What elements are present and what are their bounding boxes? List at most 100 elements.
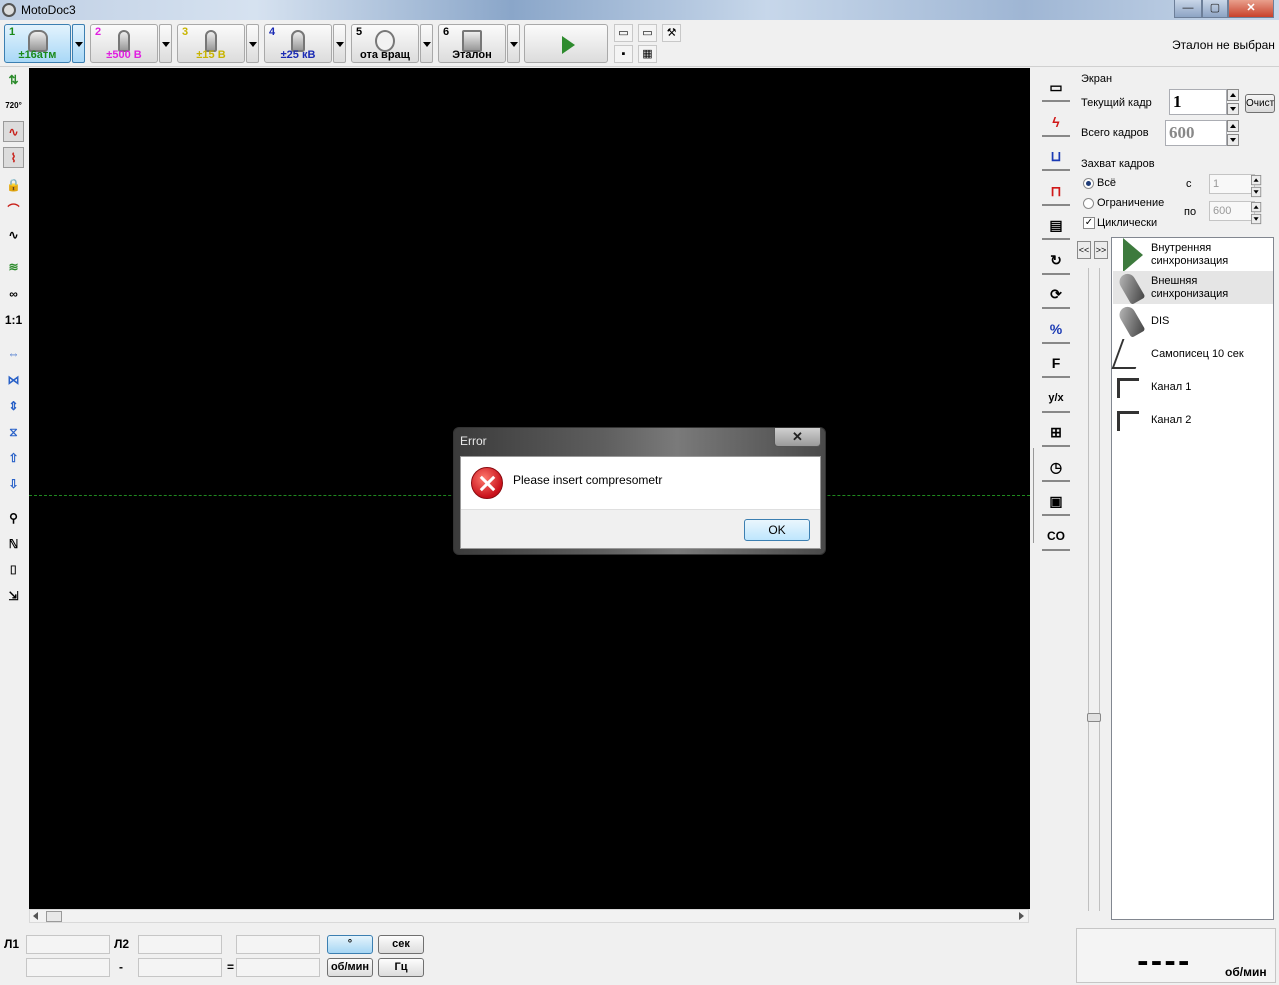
shrink-horizontal-icon[interactable]: ⋈ (3, 370, 24, 391)
nav-next-button[interactable]: >> (1094, 241, 1108, 259)
channel-5-dropdown[interactable] (420, 24, 433, 63)
zoom-icon[interactable]: ⚲ (3, 508, 24, 529)
channel-4-dropdown[interactable] (333, 24, 346, 63)
open-file-button[interactable]: ▭ (638, 24, 657, 42)
move-down-icon[interactable]: ⇩ (3, 474, 24, 495)
camera-icon[interactable]: ⌷ (3, 560, 24, 581)
rotation-icon[interactable]: ↻ (1042, 245, 1070, 275)
stretch-horizontal-icon[interactable]: ⇔ (3, 344, 24, 365)
settings-button[interactable]: ⚒ (662, 24, 681, 42)
total-frames-input[interactable]: 600 (1165, 120, 1227, 146)
channels-icon[interactable]: ⇅ (3, 70, 24, 91)
co-icon[interactable]: CO (1042, 521, 1070, 551)
spin-up-icon[interactable] (1227, 120, 1239, 132)
f-icon[interactable]: F (1042, 348, 1070, 378)
export-icon[interactable]: ⇲ (3, 586, 24, 607)
scale-1-1-icon[interactable]: 1:1 (3, 310, 24, 331)
monitor-icon[interactable]: ▭ (1042, 72, 1070, 102)
trigger-icon[interactable]: ⌇ (3, 147, 24, 168)
from-input[interactable]: 1 (1209, 174, 1255, 194)
spin-down-icon[interactable] (1251, 186, 1262, 198)
channel-2-button[interactable]: 2 ±500 В (90, 24, 158, 63)
measure-icon[interactable]: ℕ (3, 534, 24, 555)
channel-3-button[interactable]: 3 ±15 В (177, 24, 245, 63)
spin-down-icon[interactable] (1227, 103, 1239, 115)
window-title: MotoDoc3 (21, 3, 76, 17)
spark-icon[interactable]: ϟ (1042, 107, 1070, 137)
frame-slider-thumb[interactable] (1087, 713, 1101, 722)
spin-up-icon[interactable] (1251, 202, 1262, 213)
lock-icon[interactable]: 🔒 (3, 175, 24, 196)
channel-1-button[interactable]: 1 ±16атм (4, 24, 71, 63)
seconds-button[interactable]: сек (378, 935, 424, 954)
capture-limit-radio[interactable] (1083, 198, 1094, 209)
overlay-icon[interactable]: ∞ (3, 284, 24, 305)
sync-item-label: Внутренняя синхронизация (1151, 242, 1229, 267)
meter-icon[interactable]: ▣ (1042, 486, 1070, 516)
sync-item-2[interactable]: DIS (1113, 304, 1273, 338)
sync-item-4[interactable]: Канал 1 (1113, 370, 1273, 403)
channel-5-button[interactable]: 5 ота вращ (351, 24, 419, 63)
channel-2-dropdown[interactable] (159, 24, 172, 63)
stretch-vertical-icon[interactable]: ⇕ (3, 396, 24, 417)
sync-item-5[interactable]: Канал 2 (1113, 403, 1273, 436)
y-over-x-icon[interactable]: y/x (1042, 383, 1070, 413)
app-gear-icon[interactable] (2, 3, 16, 17)
shrink-vertical-icon[interactable]: ⧖ (3, 422, 24, 443)
percent-icon[interactable]: % (1042, 314, 1070, 344)
waveform-icon[interactable]: ∿ (3, 121, 24, 142)
spin-down-icon[interactable] (1251, 213, 1262, 225)
sync-item-1[interactable]: Внешняя синхронизация (1113, 271, 1273, 305)
sync-item-0[interactable]: Внутренняя синхронизация (1113, 238, 1273, 272)
scroll-thumb[interactable] (46, 911, 62, 922)
rpm-button[interactable]: об/мин (327, 958, 373, 977)
channel-1-dropdown[interactable] (72, 24, 85, 63)
sine-icon[interactable]: ∿ (3, 225, 24, 246)
scroll-right-icon[interactable] (1019, 912, 1024, 920)
panel-splitter[interactable] (1031, 68, 1040, 923)
splitter-grip[interactable] (1033, 448, 1037, 543)
hz-button[interactable]: Гц (378, 958, 424, 977)
to-input[interactable]: 600 (1209, 201, 1255, 221)
spin-up-icon[interactable] (1251, 175, 1262, 186)
open-folder-button[interactable]: ▭ (614, 24, 633, 42)
nav-prev-button[interactable]: << (1077, 241, 1091, 259)
current-frame-spinner[interactable] (1227, 89, 1239, 115)
channel-6-dropdown[interactable] (507, 24, 520, 63)
current-frame-input[interactable]: 1 (1169, 89, 1227, 115)
to-spinner[interactable] (1251, 202, 1262, 225)
spin-down-icon[interactable] (1227, 134, 1239, 146)
ok-button[interactable]: OK (744, 519, 810, 541)
dialog-close-button[interactable]: ✕ (774, 428, 821, 447)
export-button[interactable]: ▦ (638, 45, 657, 63)
device-icon[interactable]: ▤ (1042, 210, 1070, 240)
from-spinner[interactable] (1251, 175, 1262, 198)
close-window-button[interactable]: ✕ (1228, 0, 1274, 18)
cyclic-checkbox[interactable]: ✓ (1083, 217, 1095, 229)
multi-wave-icon[interactable]: ≋ (3, 257, 24, 278)
horizontal-scrollbar[interactable] (29, 909, 1029, 923)
minimize-button[interactable]: — (1174, 0, 1202, 18)
channel-6-button[interactable]: 6 Эталон (438, 24, 506, 63)
frame-slider-track[interactable] (1088, 268, 1100, 911)
degrees-button[interactable]: ° (327, 935, 373, 954)
sensor-icon[interactable]: ⊞ (1042, 417, 1070, 447)
sync-item-3[interactable]: Самописец 10 сек (1111, 337, 1273, 370)
total-frames-spinner[interactable] (1227, 120, 1239, 146)
move-up-icon[interactable]: ⇧ (3, 448, 24, 469)
scroll-left-icon[interactable] (33, 912, 38, 920)
save-button[interactable]: ▪ (614, 45, 633, 63)
maximize-button[interactable]: ▢ (1202, 0, 1228, 18)
channel-3-dropdown[interactable] (246, 24, 259, 63)
start-button[interactable] (524, 24, 608, 63)
720-icon[interactable]: 720° (3, 95, 24, 116)
pulse-red-icon[interactable]: ⊓ (1042, 176, 1070, 206)
capture-all-radio[interactable] (1083, 178, 1094, 189)
channel-4-button[interactable]: 4 ±25 кВ (264, 24, 332, 63)
curve-icon[interactable]: ⌒ (3, 200, 24, 221)
clear-button[interactable]: Очист (1245, 94, 1275, 113)
spin-up-icon[interactable] (1227, 89, 1239, 101)
rotation-gear-icon[interactable]: ⟳ (1042, 279, 1070, 309)
clock-icon[interactable]: ◷ (1042, 452, 1070, 482)
pulse-blue-icon[interactable]: ⊔ (1042, 141, 1070, 171)
